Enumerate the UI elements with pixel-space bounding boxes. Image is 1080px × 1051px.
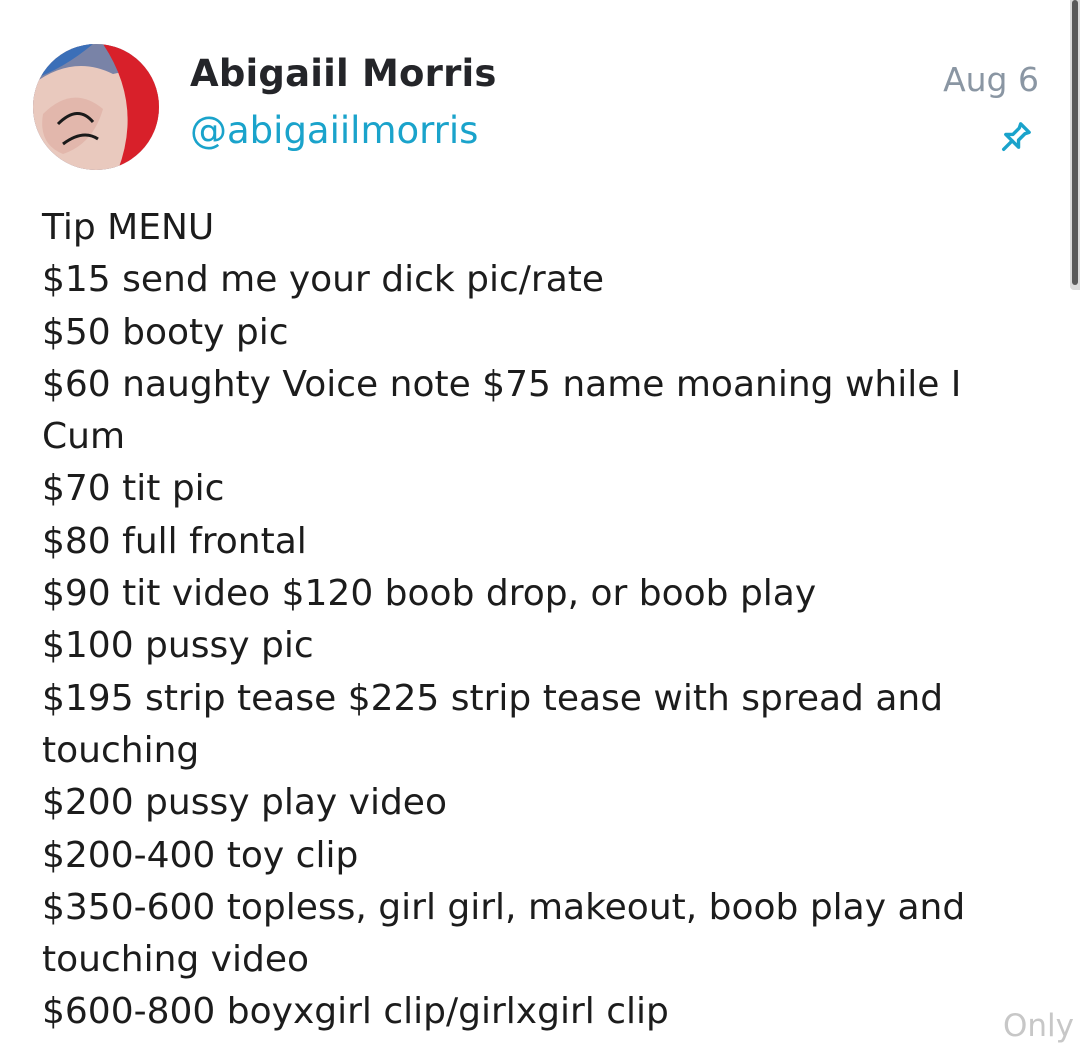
post-line: $200 pussy play video — [42, 782, 447, 824]
post-line: $50 booty pic — [42, 311, 289, 353]
scrollbar[interactable] — [1070, 0, 1080, 290]
watermark: Only — [1002, 1008, 1074, 1044]
post-line: $60 naughty Voice note $75 name moaning … — [42, 363, 962, 405]
post-line: $15 send me your dick pic/rate — [42, 259, 605, 301]
post-line: touching video — [42, 939, 310, 981]
post-line: Tip MENU — [42, 207, 215, 248]
author-handle[interactable]: @abigaiilmorris — [190, 109, 478, 152]
post-line: $200-400 toy clip — [42, 834, 359, 876]
post-line: $90 tit video $120 boob drop, or boob pl… — [42, 573, 817, 615]
post-line: $350-600 topless, girl girl, makeout, bo… — [42, 886, 966, 928]
post-text: Tip MENU $15 send me your dick pic/rate … — [42, 202, 1002, 1039]
author-display-name[interactable]: Abigaiil Morris — [190, 52, 497, 95]
avatar-image — [33, 44, 159, 170]
post-line: $600-800 boyxgirl clip/girlxgirl clip — [42, 991, 669, 1033]
avatar[interactable] — [33, 44, 159, 170]
scrollbar-thumb[interactable] — [1072, 0, 1078, 285]
post-line: $195 strip tease $225 strip tease with s… — [42, 677, 944, 719]
post-line: $70 tit pic — [42, 468, 225, 510]
post-line: $80 full frontal — [42, 520, 307, 562]
post-line: touching — [42, 729, 200, 771]
post-date: Aug 6 — [943, 60, 1039, 99]
post-line: $100 pussy pic — [42, 625, 314, 667]
post-line: Cum — [42, 416, 126, 458]
pin-icon[interactable] — [995, 118, 1035, 158]
